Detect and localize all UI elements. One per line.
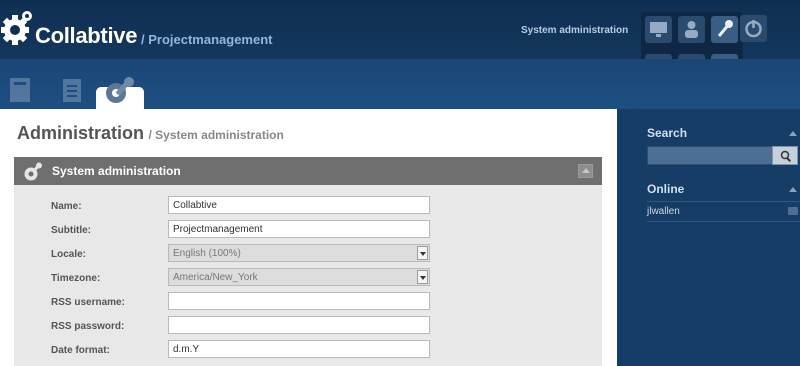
form-row-rss-username: RSS username: — [14, 292, 602, 317]
right-sidebar: Search Online jlwallen — [634, 109, 800, 366]
field-label: RSS username: — [51, 297, 125, 308]
app-title[interactable]: Collabtive — [35, 23, 137, 49]
search-input[interactable] — [647, 146, 773, 165]
online-user[interactable]: jlwallen — [647, 206, 680, 217]
timezone-select-value: America/New_York — [173, 272, 258, 283]
field-label: Name: — [51, 201, 82, 212]
field-label: Subtitle: — [51, 225, 91, 236]
collapse-button[interactable] — [578, 164, 593, 178]
projects-tab-icon[interactable] — [6, 76, 34, 104]
app-header: Collabtive / Projectmanagement System ad… — [0, 0, 800, 86]
power-icon[interactable] — [740, 15, 767, 42]
rss-password-field[interactable] — [168, 316, 430, 334]
form-row-locale: Locale: English (100%) — [14, 244, 602, 269]
field-label: RSS password: — [51, 321, 125, 332]
breadcrumb: / System administration — [148, 128, 284, 142]
field-label: Locale: — [51, 249, 87, 260]
form-row-rss-password: RSS password: — [14, 316, 602, 341]
divider — [647, 201, 800, 202]
name-field[interactable]: Collabtive — [168, 196, 430, 214]
form-row-subtitle: Subtitle: Projectmanagement — [14, 220, 602, 245]
timezone-select[interactable]: America/New_York — [168, 268, 430, 286]
tasks-tab-icon[interactable] — [58, 76, 86, 104]
app-subtitle: / Projectmanagement — [141, 32, 273, 47]
chevron-down-icon[interactable] — [417, 270, 428, 284]
rss-username-field[interactable] — [168, 292, 430, 310]
search-title[interactable]: Search — [647, 126, 687, 140]
panel-header: System administration — [14, 157, 602, 185]
divider — [647, 221, 800, 222]
system-admin-panel: System administration Name: Collabtive S… — [14, 157, 602, 366]
system-admin-link[interactable]: System administration — [521, 25, 628, 36]
collapse-search-icon[interactable] — [789, 131, 797, 136]
page-heading: Administration / System administration — [17, 123, 284, 144]
date-format-field[interactable]: d.m.Y — [168, 340, 430, 358]
form-row-timezone: Timezone: America/New_York — [14, 268, 602, 293]
locale-select[interactable]: English (100%) — [168, 244, 430, 262]
field-label: Date format: — [51, 345, 110, 356]
form-row-date-format: Date format: d.m.Y — [14, 340, 602, 365]
wrench-icon[interactable] — [711, 16, 738, 43]
subtitle-field[interactable]: Projectmanagement — [168, 220, 430, 238]
monitor-icon[interactable] — [645, 16, 672, 43]
locale-select-value: English (100%) — [173, 248, 241, 259]
panel-title: System administration — [52, 164, 181, 178]
page-title: Administration — [17, 123, 145, 143]
admin-gear-icon — [24, 162, 42, 181]
collapse-online-icon[interactable] — [789, 187, 797, 192]
logo-gear-icon — [1, 11, 32, 45]
search-button[interactable] — [772, 146, 798, 165]
main-content: Administration / System administration S… — [0, 109, 617, 366]
chat-icon[interactable] — [788, 207, 798, 215]
search-icon — [780, 150, 791, 162]
field-label: Timezone: — [51, 273, 101, 284]
form-row-name: Name: Collabtive — [14, 196, 602, 221]
user-icon[interactable] — [678, 16, 705, 43]
admin-tab-icon[interactable] — [103, 76, 137, 106]
online-title[interactable]: Online — [647, 182, 684, 196]
chevron-down-icon[interactable] — [417, 246, 428, 260]
